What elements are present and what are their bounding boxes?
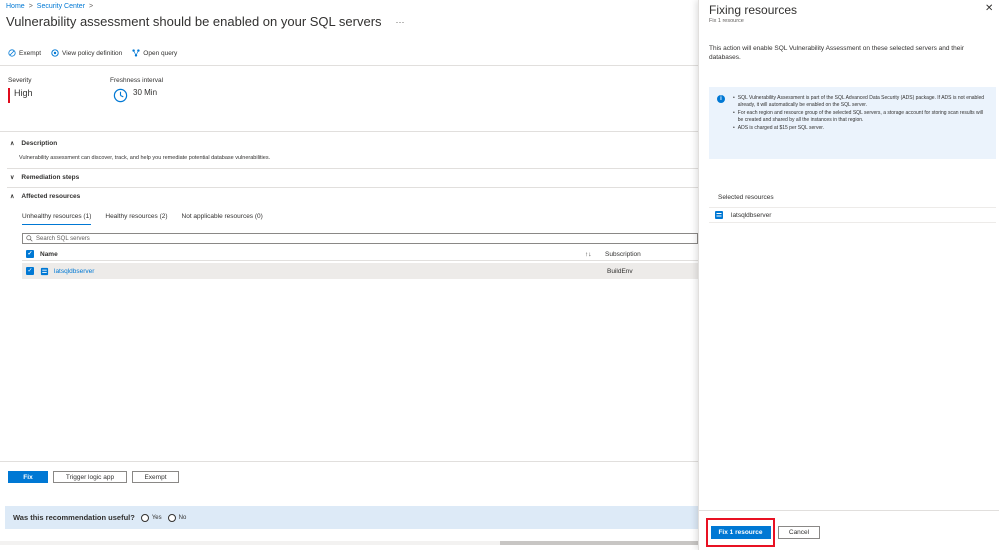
column-header-subscription[interactable]: Subscription <box>605 251 641 258</box>
info-item: SQL Vulnerability Assessment is part of … <box>733 95 988 108</box>
remediation-divider <box>7 187 698 188</box>
action-buttons: Fix Trigger logic app Exempt <box>8 471 179 483</box>
fixing-resources-panel: Fixing resources Fix 1 resource ✕ This a… <box>698 0 999 550</box>
resource-subscription: BuildEnv <box>607 267 633 275</box>
info-item: ADS is charged at $15 per SQL server. <box>733 125 988 132</box>
tab-not-applicable[interactable]: Not applicable resources (0) <box>182 213 263 225</box>
selected-resource-row: latsqldbserver <box>709 207 996 223</box>
freshness-value-group: 30 Min <box>113 88 157 103</box>
actions-divider <box>0 461 698 462</box>
fix-resource-button[interactable]: Fix 1 resource <box>710 526 771 539</box>
yes-radio[interactable] <box>140 513 149 522</box>
panel-footer-divider <box>699 510 999 511</box>
severity-label: Severity <box>8 77 32 84</box>
trigger-logic-app-button[interactable]: Trigger logic app <box>53 471 127 483</box>
breadcrumb-home[interactable]: Home <box>6 3 25 10</box>
exempt-button[interactable]: Exempt <box>132 471 179 483</box>
fix-button[interactable]: Fix <box>8 471 48 483</box>
open-query-label: Open query <box>143 49 178 57</box>
remediation-heading: Remediation steps <box>21 174 80 181</box>
exempt-toolbar-button[interactable]: Exempt <box>8 49 41 57</box>
chevron-up-icon: ∧ <box>10 141 15 147</box>
no-label: No <box>178 514 187 521</box>
select-all-checkbox[interactable]: ✓ <box>26 250 34 258</box>
yes-label: Yes <box>151 514 162 521</box>
tab-unhealthy[interactable]: Unhealthy resources (1) <box>22 213 92 225</box>
description-text: Vulnerability assessment can discover, t… <box>19 155 271 161</box>
affected-heading: Affected resources <box>21 193 81 200</box>
panel-title: Fixing resources <box>709 3 798 17</box>
query-icon <box>132 49 140 57</box>
description-divider <box>7 168 698 169</box>
breadcrumb-separator: > <box>28 3 33 10</box>
more-options-button[interactable]: ··· <box>396 17 405 27</box>
view-policy-label: View policy definition <box>62 49 123 57</box>
command-toolbar: Exempt View policy definition Open query <box>8 49 177 57</box>
policy-icon <box>51 49 59 57</box>
panel-subtitle: Fix 1 resource <box>709 18 744 24</box>
table-header: ✓ Name ↑↓ Subscription <box>22 248 698 261</box>
table-row[interactable]: ✓ latsqldbserver BuildEnv <box>22 263 698 279</box>
search-input[interactable]: Search SQL servers <box>22 233 698 244</box>
panel-description: This action will enable SQL Vulnerabilit… <box>709 45 964 61</box>
affected-section-toggle[interactable]: ∧ Affected resources <box>10 193 80 200</box>
sql-server-icon <box>715 211 723 219</box>
freshness-value: 30 Min <box>133 88 158 97</box>
selected-resource-name: latsqldbserver <box>731 211 772 219</box>
description-heading: Description <box>21 140 58 147</box>
feedback-bar: Was this recommendation useful? Yes No <box>5 506 698 529</box>
horizontal-scrollbar-thumb[interactable] <box>500 541 698 545</box>
feedback-question: Was this recommendation useful? <box>13 513 135 522</box>
page-title: Vulnerability assessment should be enabl… <box>6 14 382 29</box>
view-policy-button[interactable]: View policy definition <box>51 49 122 57</box>
chevron-down-icon: ∨ <box>10 175 15 181</box>
toolbar-divider <box>0 65 698 66</box>
sort-icon[interactable]: ↑↓ <box>585 251 605 258</box>
no-radio[interactable] <box>167 513 176 522</box>
search-icon <box>26 235 33 242</box>
open-query-button[interactable]: Open query <box>132 49 177 57</box>
freshness-label: Freshness interval <box>110 77 164 84</box>
breadcrumb-separator: > <box>89 3 94 10</box>
remediation-section-toggle[interactable]: ∨ Remediation steps <box>10 174 79 181</box>
description-section-toggle[interactable]: ∧ Description <box>10 140 57 147</box>
info-list: SQL Vulnerability Assessment is part of … <box>733 95 988 153</box>
severity-value: High <box>8 88 33 103</box>
feedback-yes-option[interactable]: Yes <box>140 513 162 522</box>
exempt-toolbar-label: Exempt <box>19 49 42 57</box>
info-item: For each region and resource group of th… <box>733 110 988 123</box>
search-placeholder: Search SQL servers <box>36 235 90 242</box>
resource-tabs: Unhealthy resources (1) Healthy resource… <box>22 213 263 225</box>
fix-button-highlight: Fix 1 resource <box>706 518 775 547</box>
exempt-icon <box>8 49 16 57</box>
resource-name-link[interactable]: latsqldbserver <box>54 268 607 275</box>
close-icon[interactable]: ✕ <box>985 3 993 14</box>
chevron-up-icon: ∧ <box>10 194 15 200</box>
column-header-name[interactable]: Name <box>40 251 585 258</box>
page-title-row: Vulnerability assessment should be enabl… <box>6 14 405 29</box>
breadcrumb: Home > Security Center > <box>6 3 93 10</box>
feedback-no-option[interactable]: No <box>167 513 187 522</box>
info-icon: i <box>717 95 725 103</box>
sql-server-icon <box>40 267 49 275</box>
tab-healthy[interactable]: Healthy resources (2) <box>105 213 167 225</box>
summary-divider <box>0 131 698 132</box>
clock-icon <box>113 88 128 103</box>
breadcrumb-security-center[interactable]: Security Center <box>37 3 85 10</box>
cancel-button[interactable]: Cancel <box>778 526 820 539</box>
info-box: i SQL Vulnerability Assessment is part o… <box>709 87 996 159</box>
row-checkbox[interactable]: ✓ <box>26 267 34 275</box>
selected-resources-label: Selected resources <box>718 194 774 201</box>
